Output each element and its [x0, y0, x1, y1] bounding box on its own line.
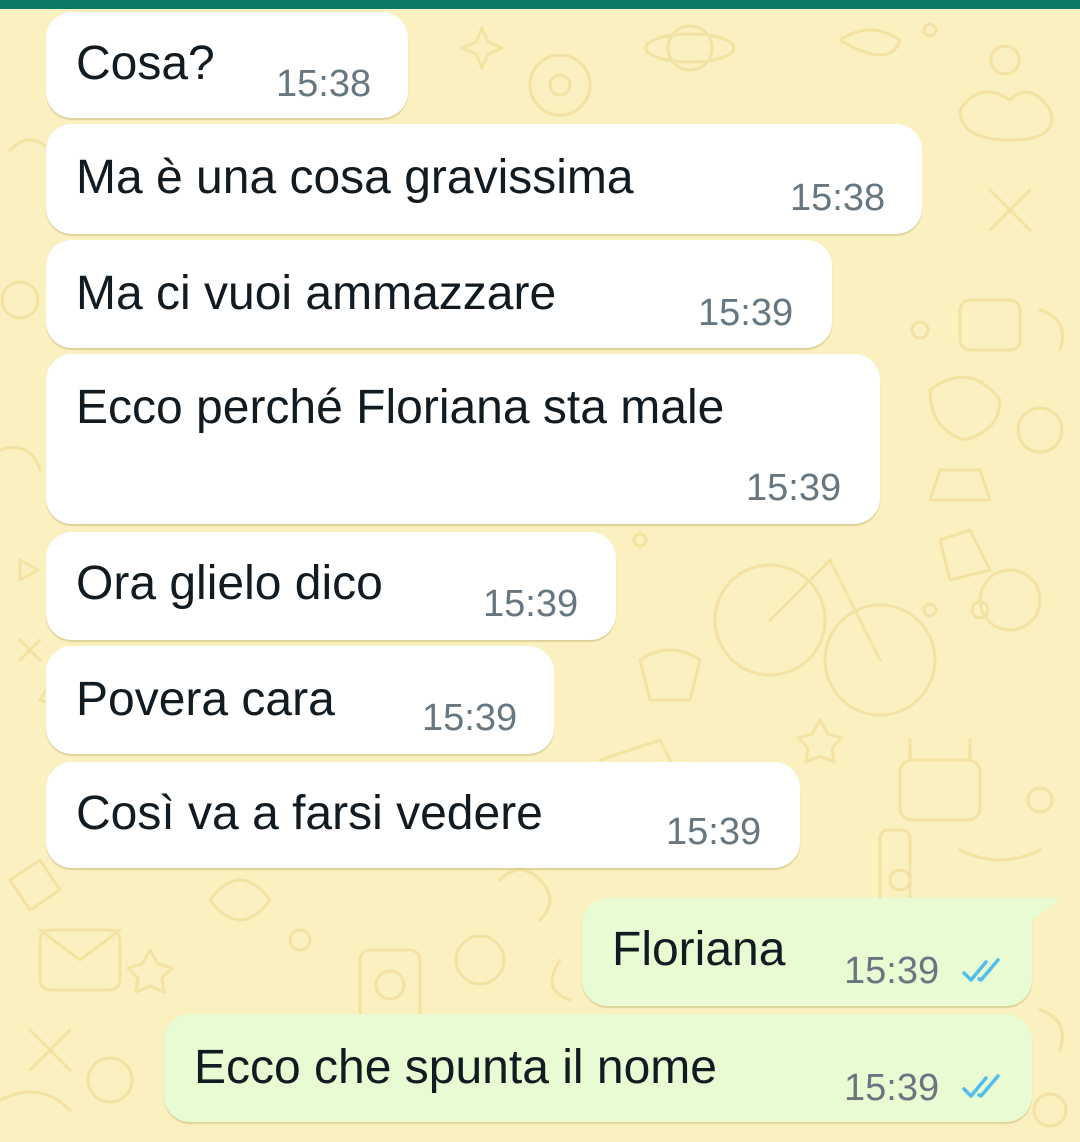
message-timestamp: 15:39 — [844, 950, 940, 992]
conversation-list[interactable]: Cosa? 15:38 Ma è una cosa gravissima 15:… — [0, 0, 1080, 1142]
message-text: Cosa? — [76, 37, 215, 90]
message-text: Ora glielo dico — [76, 557, 383, 610]
message-timestamp: 15:39 — [698, 292, 794, 334]
message-text: Ma ci vuoi ammazzare — [76, 267, 557, 320]
message-bubble-incoming[interactable]: Ora glielo dico 15:39 — [46, 532, 616, 640]
message-bubble-incoming[interactable]: Cosa? 15:38 — [46, 12, 408, 118]
message-timestamp: 15:39 — [483, 583, 579, 625]
header-bar-edge — [0, 0, 1080, 9]
message-bubble-outgoing[interactable]: Floriana 15:39 — [582, 898, 1059, 1006]
message-timestamp: 15:39 — [666, 811, 762, 853]
double-check-read-icon — [962, 958, 1000, 982]
message-text: Ma è una cosa gravissima — [76, 151, 634, 204]
message-text: Ecco che spunta il nome — [194, 1041, 717, 1094]
message-timestamp: 15:38 — [276, 63, 372, 105]
message-bubble-incoming[interactable]: Povera cara 15:39 — [46, 646, 554, 754]
message-bubble-incoming[interactable]: Così va a farsi vedere 15:39 — [46, 762, 800, 868]
message-bubble-incoming[interactable]: Ma ci vuoi ammazzare 15:39 — [46, 240, 832, 348]
message-bubble-incoming[interactable]: Ecco perché Floriana sta male 15:39 — [46, 354, 880, 524]
message-timestamp: 15:38 — [790, 177, 886, 219]
message-timestamp: 15:39 — [422, 697, 518, 739]
message-text: Floriana — [612, 923, 786, 976]
message-bubble-outgoing[interactable]: Ecco che spunta il nome 15:39 — [164, 1014, 1032, 1122]
message-bubble-incoming[interactable]: Ma è una cosa gravissima 15:38 — [46, 124, 922, 234]
message-text: Ecco perché Floriana sta male — [76, 381, 725, 434]
bubble-tail — [1030, 898, 1059, 922]
message-text: Così va a farsi vedere — [76, 787, 543, 840]
message-text: Povera cara — [76, 673, 335, 726]
message-timestamp: 15:39 — [844, 1067, 940, 1109]
message-timestamp: 15:39 — [746, 467, 842, 509]
double-check-read-icon — [962, 1074, 1000, 1098]
